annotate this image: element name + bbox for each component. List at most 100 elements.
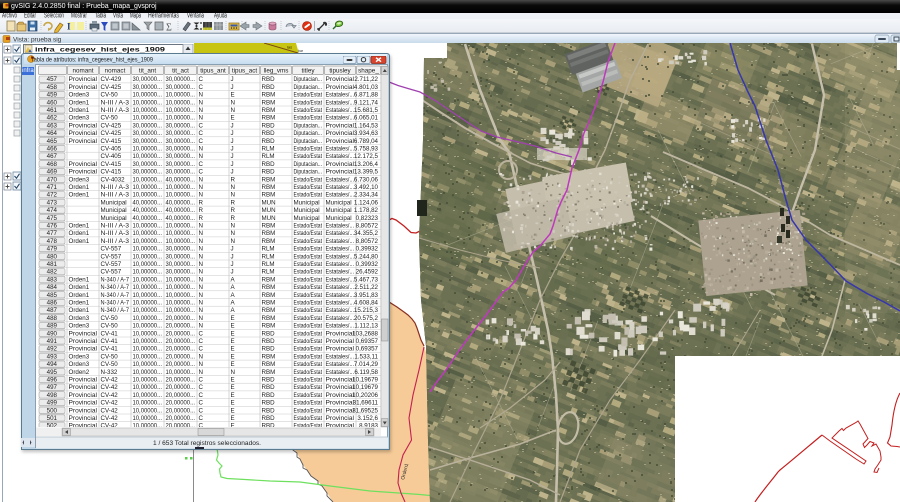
svg-text:Provincial: Provincial <box>69 122 98 129</box>
svg-text:481: 481 <box>47 261 58 268</box>
svg-text:C: C <box>199 330 204 337</box>
svg-text:103,2688: 103,2688 <box>352 330 378 337</box>
svg-text:N-III / A-3: N-III / A-3 <box>101 184 130 191</box>
svg-text:30,00000...: 30,00000... <box>166 269 196 276</box>
svg-text:N: N <box>199 115 203 122</box>
svg-text:E: E <box>231 415 235 422</box>
svg-text:Estatales/...: Estatales/... <box>326 246 355 253</box>
svg-text:20,00000...: 20,00000... <box>166 346 196 353</box>
svg-text:480: 480 <box>47 253 58 260</box>
svg-text:N: N <box>199 176 203 183</box>
svg-text:20,00000...: 20,00000... <box>166 377 196 384</box>
svg-text:J: J <box>231 261 234 268</box>
svg-text:RLM: RLM <box>262 146 275 153</box>
svg-text:CV-405: CV-405 <box>101 146 122 153</box>
svg-text:E: E <box>231 353 235 360</box>
svg-text:RBM: RBM <box>262 230 276 237</box>
svg-text:Orden1: Orden1 <box>69 184 90 191</box>
svg-text:10,19679: 10,19679 <box>352 384 378 391</box>
svg-text:CV-425: CV-425 <box>101 130 122 137</box>
svg-text:Diputacian...: Diputacian... <box>294 130 323 137</box>
svg-text:30,00000...: 30,00000... <box>166 169 196 176</box>
svg-text:Municipal: Municipal <box>326 199 352 206</box>
svg-text:10,00000...: 10,00000... <box>166 192 196 199</box>
svg-text:E: E <box>231 361 235 368</box>
svg-text:Estado/Estat: Estado/Estat <box>294 323 323 330</box>
svg-text:498: 498 <box>47 392 58 399</box>
svg-text:RBD: RBD <box>262 130 276 137</box>
svg-text:RBM: RBM <box>262 361 276 368</box>
svg-text:474: 474 <box>47 207 58 214</box>
svg-text:CV-42: CV-42 <box>101 407 119 414</box>
svg-text:3.934,63: 3.934,63 <box>354 130 379 137</box>
svg-text:N: N <box>199 192 203 199</box>
svg-text:10,00000...: 10,00000... <box>133 153 163 160</box>
svg-text:30,00000...: 30,00000... <box>166 146 196 153</box>
svg-text:Estado/Estat: Estado/Estat <box>294 384 323 391</box>
svg-text:20,00000...: 20,00000... <box>166 392 196 399</box>
svg-text:10,00000...: 10,00000... <box>166 107 196 114</box>
svg-text:Diputacian...: Diputacian... <box>294 169 323 176</box>
svg-text:shape_: shape_ <box>358 68 379 75</box>
svg-text:475: 475 <box>47 215 58 222</box>
svg-text:5.467,73: 5.467,73 <box>354 276 379 283</box>
svg-text:34.355,2: 34.355,2 <box>354 230 379 237</box>
svg-text:10,00000...: 10,00000... <box>133 146 163 153</box>
svg-text:10,00000...: 10,00000... <box>133 184 163 191</box>
svg-text:RBD: RBD <box>262 338 276 345</box>
svg-text:Provincial: Provincial <box>69 161 98 168</box>
svg-text:467: 467 <box>47 153 58 160</box>
svg-text:E: E <box>231 330 235 337</box>
svg-text:471: 471 <box>47 184 58 191</box>
svg-text:Estado/Estat: Estado/Estat <box>294 261 323 268</box>
svg-text:Estado/Estat: Estado/Estat <box>294 230 323 237</box>
svg-text:C: C <box>199 400 204 407</box>
svg-text:N: N <box>231 238 235 245</box>
svg-text:E: E <box>231 92 235 99</box>
svg-text:10,00000...: 10,00000... <box>166 307 196 314</box>
svg-text:RBD: RBD <box>262 330 276 337</box>
svg-text:30,00000...: 30,00000... <box>133 138 163 145</box>
svg-text:20,00000...: 20,00000... <box>166 315 196 322</box>
svg-text:N: N <box>199 223 203 230</box>
svg-text:6.730,06: 6.730,06 <box>354 176 379 183</box>
svg-text:Provincial: Provincial <box>326 346 355 353</box>
svg-text:A: A <box>231 292 236 299</box>
svg-text:CV-415: CV-415 <box>101 161 122 168</box>
svg-text:CV-415: CV-415 <box>101 138 122 145</box>
svg-text:Estado/Estat: Estado/Estat <box>294 400 323 407</box>
svg-text:N: N <box>231 99 235 106</box>
svg-text:10,00000...: 10,00000... <box>133 261 163 268</box>
svg-text:Estatales/...: Estatales/... <box>326 146 355 153</box>
svg-text:Diputacian...: Diputacian... <box>294 122 323 129</box>
svg-text:CV-41: CV-41 <box>101 330 119 337</box>
svg-text:CV-41: CV-41 <box>101 346 119 353</box>
svg-text:C: C <box>199 377 204 384</box>
svg-text:40,00000...: 40,00000... <box>166 176 196 183</box>
svg-text:CV-42: CV-42 <box>101 392 119 399</box>
svg-text:C: C <box>199 338 204 345</box>
svg-text:Estatales/...: Estatales/... <box>326 99 355 106</box>
svg-text:458: 458 <box>47 84 58 91</box>
svg-text:10,19679: 10,19679 <box>352 377 378 384</box>
svg-text:N: N <box>199 146 203 153</box>
svg-text:10,00000...: 10,00000... <box>133 246 163 253</box>
svg-text:Provincial: Provincial <box>69 407 98 414</box>
svg-text:490: 490 <box>47 330 58 337</box>
svg-text:N: N <box>199 238 203 245</box>
svg-text:Estatales/...: Estatales/... <box>326 307 355 314</box>
svg-text:Estatales/...: Estatales/... <box>326 292 355 299</box>
svg-text:10,00000...: 10,00000... <box>166 276 196 283</box>
svg-text:10,00000...: 10,00000... <box>133 223 163 230</box>
svg-text:Orden1: Orden1 <box>69 99 90 106</box>
svg-text:470: 470 <box>47 176 58 183</box>
svg-text:10,00000...: 10,00000... <box>166 369 196 376</box>
svg-text:N: N <box>199 361 203 368</box>
svg-text:N: N <box>199 246 203 253</box>
svg-text:C: C <box>199 169 204 176</box>
svg-text:Orden3: Orden3 <box>69 92 90 99</box>
svg-text:Estatales/...: Estatales/... <box>326 230 355 237</box>
svg-text:484: 484 <box>47 284 58 291</box>
svg-text:CV-557: CV-557 <box>101 253 122 260</box>
svg-text:472: 472 <box>47 192 58 199</box>
